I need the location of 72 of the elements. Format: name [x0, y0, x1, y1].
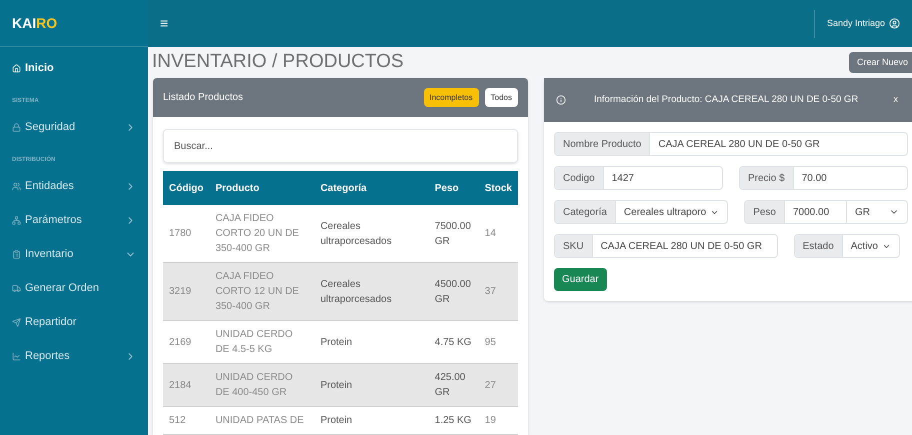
column-header: Categoría [314, 171, 429, 205]
table-cell: 512 [163, 406, 210, 434]
user-icon[interactable] [889, 18, 900, 29]
brand-logo: KAIRO [12, 14, 58, 32]
table-cell: 1.25 KG [428, 406, 479, 434]
sidebar-item[interactable]: Seguridad [4, 110, 144, 144]
table-cell: UNIDAD PATAS DE [209, 406, 314, 434]
table-cell: Cereales ultraporcesados [314, 205, 429, 262]
select-field[interactable]: Estado Activo [794, 234, 900, 258]
input-field[interactable]: Precio $ 70.00 [739, 166, 908, 190]
table-cell: 19 [478, 406, 518, 434]
chart-icon [12, 352, 21, 360]
table-cell: UNIDAD CERDO DE 400-450 GR [209, 364, 314, 406]
sidebar-item[interactable]: Repartidor [4, 305, 144, 339]
input-field[interactable]: Codigo 1427 [554, 166, 723, 190]
sidebar-item[interactable]: Parámetros [4, 203, 144, 237]
table-cell: 3219 [163, 262, 210, 320]
table-cell: Protein [314, 364, 429, 406]
sidebar-item[interactable]: Inventario [4, 237, 144, 271]
table-cell: CAJA FIDEO CORTO 12 UN DE 350-400 GR [209, 262, 314, 320]
user-name[interactable]: Sandy Intriago [826, 16, 885, 30]
table-cell: 2184 [163, 364, 210, 406]
table-cell: 4.75 KG [428, 320, 479, 364]
sidebar-item[interactable]: Reportes [4, 339, 144, 373]
truck-icon [12, 284, 21, 292]
field-label: Precio $ [740, 167, 794, 189]
table-cell: 37 [478, 262, 518, 320]
sidebar-item[interactable]: Entidades [4, 169, 144, 203]
table-cell: 27 [478, 364, 518, 406]
create-button[interactable]: Crear Nuevo [848, 52, 912, 74]
table-cell: Protein [314, 406, 429, 434]
save-button[interactable]: Guardar [554, 268, 607, 291]
table-cell: 425.00 GR [428, 364, 479, 406]
clipboard-icon [12, 250, 21, 258]
input-field[interactable]: Nombre Producto CAJA CEREAL 280 UN DE 0-50 GR [554, 132, 908, 156]
search-field[interactable]: Buscar... [163, 129, 518, 163]
field-label: SKU [555, 235, 593, 257]
column-header: Stock [478, 171, 518, 205]
table-cell: Protein [314, 320, 429, 364]
filter-button[interactable]: Todos [484, 88, 518, 107]
field-label: Codigo [555, 167, 604, 189]
field-label: Nombre Producto [555, 133, 650, 155]
field-label: Categoría [555, 201, 616, 223]
send-icon [12, 318, 21, 326]
info-icon [556, 95, 566, 105]
page-title: INVENTARIO / PRODUCTOS [152, 50, 404, 74]
table-cell: 95 [478, 320, 518, 364]
menu-icon[interactable]: ≡ [160, 13, 168, 34]
panel-title: Información del Producto: CAJA CEREAL 280 UN DE 0-50 GR [593, 92, 860, 107]
sidebar-item[interactable]: Generar Orden [4, 271, 144, 305]
table-cell: CAJA FIDEO CORTO 20 UN DE 350-400 GR [209, 205, 314, 262]
filter-button[interactable]: Incompletos [424, 88, 479, 107]
users-icon [12, 182, 21, 190]
home-icon [12, 64, 21, 72]
sidebar-item[interactable]: Inicio [4, 51, 144, 85]
column-header: Peso [428, 171, 479, 205]
table-cell: 14 [478, 205, 518, 262]
table-cell: Cereales ultraporcesados [314, 262, 429, 320]
table-cell: 1780 [163, 205, 210, 262]
lock-icon [12, 122, 21, 132]
sitemap-icon [12, 216, 21, 224]
panel-title: Listado Productos [163, 91, 244, 105]
table-cell: 2169 [163, 320, 210, 364]
table-cell: UNIDAD CERDO DE 4.5-5 KG [209, 320, 314, 364]
table-cell: 7500.00 GR [428, 205, 479, 262]
close-button[interactable]: x [894, 93, 898, 107]
field-label: Estado [794, 235, 843, 257]
column-header: Código [163, 171, 210, 205]
column-header: Producto [209, 171, 314, 205]
select-field[interactable]: Categoría Cereales ultraporo [554, 200, 728, 224]
input-field[interactable]: SKU CAJA CEREAL 280 UN DE 0-50 GR [554, 234, 778, 258]
table-cell: 4500.00 GR [428, 262, 479, 320]
